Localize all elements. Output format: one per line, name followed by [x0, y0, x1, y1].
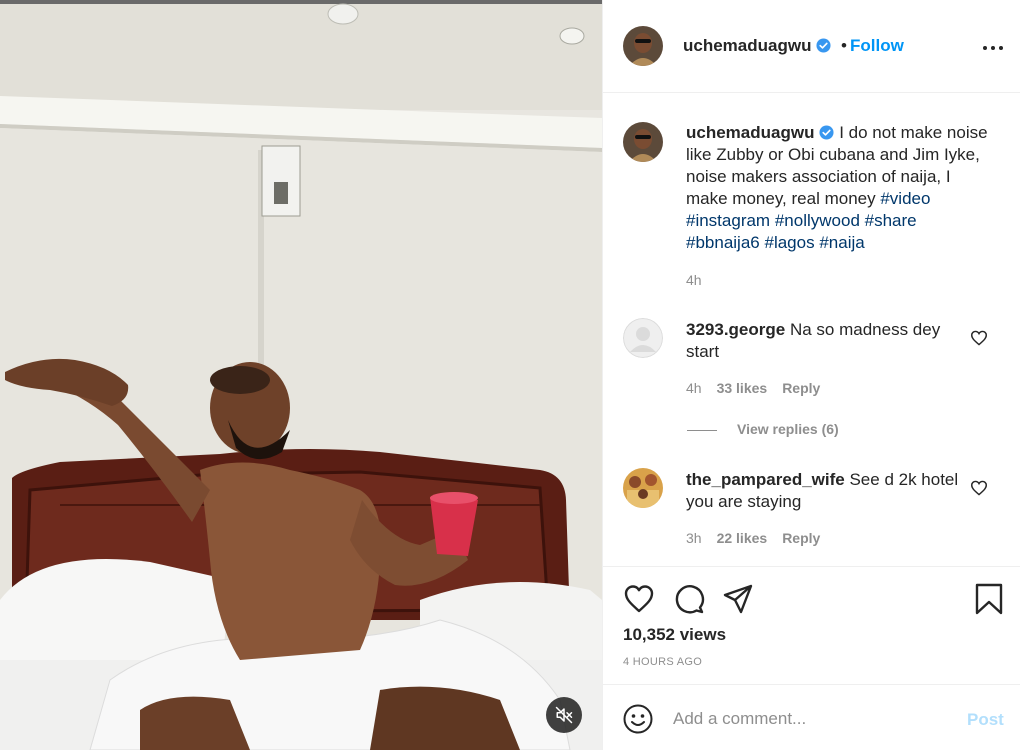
like-comment-heart-icon[interactable]	[970, 330, 988, 346]
caption-time[interactable]: 4h	[686, 272, 702, 288]
post-details-panel: uchemaduagwu • Follow uchemaduagwu I do …	[602, 0, 1020, 750]
emoji-icon[interactable]	[623, 704, 653, 734]
add-comment-input[interactable]	[673, 706, 953, 732]
separator-dot: •	[841, 36, 847, 55]
avatar-image	[623, 122, 663, 162]
view-replies-label[interactable]: View replies (6)	[737, 421, 839, 437]
reply-button[interactable]: Reply	[782, 530, 820, 546]
bookmark-icon[interactable]	[973, 583, 1005, 615]
caption-avatar[interactable]	[623, 122, 663, 162]
verified-badge-icon	[816, 38, 831, 53]
mute-icon	[555, 706, 573, 724]
video-frame-image	[0, 0, 602, 750]
comment-likes[interactable]: 33 likes	[717, 380, 768, 396]
comment-username[interactable]: 3293.george	[686, 320, 785, 339]
hashtag-link[interactable]: #instagram	[686, 211, 770, 230]
author-username[interactable]: uchemaduagwu	[683, 36, 831, 56]
comment-text: the_pampared_wife See d 2k hotel you are…	[686, 469, 966, 513]
comment-meta: 3h 22 likes Reply	[686, 530, 820, 546]
post-media-video[interactable]	[0, 0, 602, 750]
hashtag-link[interactable]: #lagos	[764, 233, 814, 252]
post-timestamp[interactable]: 4 HOURS AGO	[623, 656, 702, 668]
comment-meta: 4h 33 likes Reply	[686, 380, 820, 396]
default-avatar-icon	[623, 318, 663, 358]
caption-meta: 4h	[686, 272, 702, 288]
hashtag-link[interactable]: #nollywood	[775, 211, 860, 230]
comments-list[interactable]: uchemaduagwu I do not make noise like Zu…	[603, 94, 1020, 566]
comment-likes[interactable]: 22 likes	[717, 530, 768, 546]
hashtag-link[interactable]: #video	[880, 189, 930, 208]
commenter-avatar[interactable]	[623, 468, 663, 508]
post-header: uchemaduagwu • Follow	[603, 0, 1020, 93]
comment-time[interactable]: 3h	[686, 530, 702, 546]
like-heart-icon[interactable]	[623, 583, 655, 615]
hashtag-link[interactable]: #naija	[819, 233, 864, 252]
avatar-image	[623, 26, 663, 66]
more-options-icon[interactable]	[981, 38, 1005, 58]
caption-username[interactable]: uchemaduagwu	[686, 123, 814, 142]
hashtag-link[interactable]: #bbnaija6	[686, 233, 760, 252]
like-comment-heart-icon[interactable]	[970, 480, 988, 496]
reply-button[interactable]: Reply	[782, 380, 820, 396]
view-count[interactable]: 10,352 views	[623, 625, 726, 645]
author-username-text[interactable]: uchemaduagwu	[683, 36, 811, 55]
verified-badge-icon	[819, 125, 834, 140]
share-icon[interactable]	[722, 583, 754, 615]
avatar-image	[623, 468, 663, 508]
post-caption: uchemaduagwu I do not make noise like Zu…	[686, 122, 991, 254]
comment-text: 3293.george Na so madness dey start	[686, 319, 966, 363]
view-replies-button[interactable]: View replies (6)	[687, 421, 839, 437]
post-comment-button[interactable]: Post	[967, 710, 1004, 730]
follow-button[interactable]: Follow	[850, 36, 904, 56]
comment-time[interactable]: 4h	[686, 380, 702, 396]
commenter-avatar[interactable]	[623, 318, 663, 358]
comment-composer: Post	[603, 684, 1020, 750]
comment-username[interactable]: the_pampared_wife	[686, 470, 845, 489]
mute-button[interactable]	[546, 697, 582, 733]
replies-divider	[687, 429, 717, 431]
author-avatar[interactable]	[623, 26, 663, 66]
hashtag-link[interactable]: #share	[865, 211, 917, 230]
comment-icon[interactable]	[673, 583, 705, 615]
post-actions: 10,352 views 4 HOURS AGO	[603, 566, 1020, 684]
